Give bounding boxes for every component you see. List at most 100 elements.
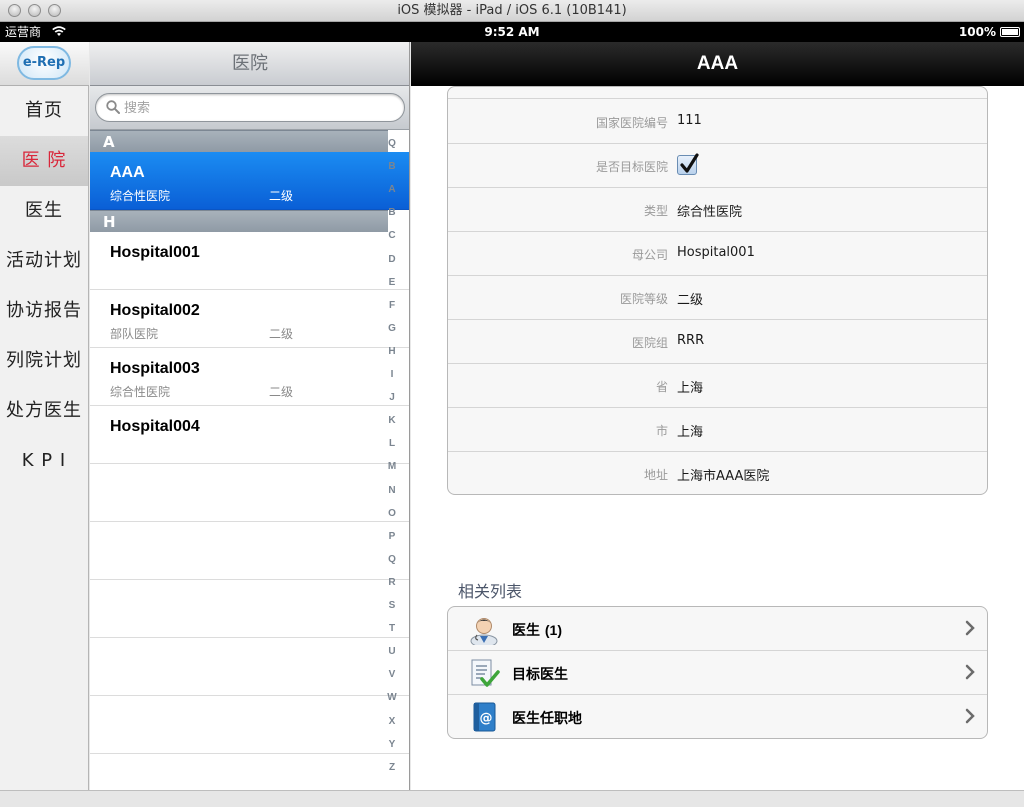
index-letter[interactable]: Z bbox=[381, 762, 403, 773]
index-letter[interactable]: D bbox=[381, 254, 403, 265]
index-letter[interactable]: A bbox=[381, 184, 403, 195]
doctor-icon bbox=[470, 618, 498, 645]
field-row-target-hospital: 是否目标医院 bbox=[448, 144, 987, 188]
index-letter[interactable]: Q bbox=[381, 554, 403, 565]
nav-item-activity-plan[interactable]: 活动计划 bbox=[0, 236, 88, 286]
section-header-a: A bbox=[90, 130, 388, 152]
search-input[interactable] bbox=[124, 98, 384, 118]
related-item-count: (1) bbox=[544, 622, 562, 638]
related-item-label: 医生任职地 bbox=[512, 711, 582, 727]
index-letter[interactable]: Y bbox=[381, 739, 403, 750]
hospital-type: 部队医院 bbox=[110, 327, 159, 341]
field-value: 111 bbox=[677, 113, 702, 128]
hospital-name: Hospital003 bbox=[110, 360, 200, 377]
index-letter[interactable]: W bbox=[381, 692, 403, 703]
field-row-province: 省 上海 bbox=[448, 364, 987, 408]
field-value: Hospital001 bbox=[677, 245, 755, 260]
related-item-doctor-workplaces[interactable]: @ 医生任职地 bbox=[448, 695, 987, 738]
close-window-button[interactable] bbox=[8, 4, 21, 17]
hospital-name: Hospital002 bbox=[110, 302, 200, 319]
field-label: 医院等级 bbox=[619, 292, 668, 306]
detail-title: AAA bbox=[411, 42, 1024, 86]
index-letter[interactable]: F bbox=[381, 300, 403, 311]
index-letter[interactable]: H bbox=[381, 346, 403, 357]
field-label: 母公司 bbox=[631, 248, 668, 262]
chevron-right-icon bbox=[965, 664, 975, 680]
section-index[interactable]: Q B A B C D E F G H I J K L M N O P Q R S T U V W X Y Z bbox=[381, 138, 403, 788]
nav-item-doctor[interactable]: 医生 bbox=[0, 186, 88, 236]
nav-item-hospital[interactable]: 医 院 bbox=[0, 136, 88, 186]
field-value: RRR bbox=[677, 333, 705, 348]
index-letter[interactable]: G bbox=[381, 323, 403, 334]
index-letter[interactable]: K bbox=[381, 415, 403, 426]
field-row-type: 类型 综合性医院 bbox=[448, 188, 987, 232]
field-value: 综合性医院 bbox=[677, 205, 743, 220]
field-value: 二级 bbox=[677, 293, 704, 308]
index-letter[interactable]: N bbox=[381, 485, 403, 496]
index-letter[interactable]: I bbox=[381, 369, 403, 380]
index-letter[interactable]: B bbox=[381, 161, 403, 172]
zoom-window-button[interactable] bbox=[48, 4, 61, 17]
field-row-level: 医院等级 二级 bbox=[448, 276, 987, 320]
hospital-row-aaa[interactable]: AAA 综合性医院 二级 bbox=[90, 152, 409, 210]
hospital-row-001[interactable]: Hospital001 bbox=[90, 232, 409, 290]
erep-logo: e-Rep bbox=[17, 46, 71, 80]
index-letter[interactable]: B bbox=[381, 207, 403, 218]
hospital-row-004[interactable]: Hospital004 bbox=[90, 406, 409, 464]
field-row-city: 市 上海 bbox=[448, 408, 987, 452]
field-row-parent-company: 母公司 Hospital001 bbox=[448, 232, 987, 276]
related-item-target-doctors[interactable]: 目标医生 bbox=[448, 651, 987, 695]
index-letter[interactable]: J bbox=[381, 392, 403, 403]
related-item-doctors[interactable]: 医生 (1) bbox=[448, 607, 987, 651]
nav-item-kpi[interactable]: K P I bbox=[0, 436, 88, 486]
field-row-group: 医院组 RRR bbox=[448, 320, 987, 364]
index-letter[interactable]: O bbox=[381, 508, 403, 519]
hospital-name: AAA bbox=[110, 164, 145, 181]
nav-item-home[interactable]: 首页 bbox=[0, 86, 88, 136]
field-row-hidden bbox=[448, 87, 987, 99]
index-letter[interactable]: S bbox=[381, 600, 403, 611]
empty-row bbox=[90, 580, 409, 638]
search-icon bbox=[106, 100, 120, 114]
index-letter[interactable]: U bbox=[381, 646, 403, 657]
field-label: 类型 bbox=[643, 204, 668, 218]
list-title: 医院 bbox=[90, 42, 409, 86]
index-letter[interactable]: X bbox=[381, 716, 403, 727]
hospital-list-pane: 医院 A AAA 综合性医院 二级 H Hospital001 Hospital… bbox=[90, 42, 410, 790]
detail-fields-group: 国家医院编号 111 是否目标医院 类型 综合性医院 母公司 Hospital0… bbox=[447, 86, 988, 495]
field-label: 省 bbox=[655, 380, 668, 394]
empty-row bbox=[90, 754, 409, 790]
related-item-label: 目标医生 bbox=[512, 667, 568, 683]
field-row-national-id: 国家医院编号 111 bbox=[448, 100, 987, 144]
hospital-level: 二级 bbox=[269, 189, 294, 203]
hospital-detail-pane: AAA 国家医院编号 111 是否目标医院 类型 综合性医院 母公司 Hospi… bbox=[411, 42, 1024, 790]
battery-icon bbox=[1000, 27, 1020, 37]
nav-item-hospital-plan[interactable]: 列院计划 bbox=[0, 336, 88, 386]
nav-item-visit-report[interactable]: 协访报告 bbox=[0, 286, 88, 336]
section-header-h: H bbox=[90, 210, 388, 232]
logo-area: e-Rep bbox=[0, 42, 89, 86]
hospital-level: 二级 bbox=[269, 327, 294, 341]
address-book-icon: @ bbox=[473, 702, 496, 732]
field-value: 上海 bbox=[677, 381, 704, 396]
hospital-level: 二级 bbox=[269, 385, 294, 399]
index-letter[interactable]: M bbox=[381, 461, 403, 472]
index-letter[interactable]: Q bbox=[381, 138, 403, 149]
search-box[interactable] bbox=[95, 93, 405, 122]
field-row-address: 地址 上海市AAA医院 bbox=[448, 452, 987, 494]
index-letter[interactable]: R bbox=[381, 577, 403, 588]
empty-row bbox=[90, 638, 409, 696]
related-list-group: 医生 (1) 目标医生 @ 医生任职地 bbox=[447, 606, 988, 739]
index-letter[interactable]: V bbox=[381, 669, 403, 680]
index-letter[interactable]: E bbox=[381, 277, 403, 288]
index-letter[interactable]: P bbox=[381, 531, 403, 542]
nav-item-prescribing-doctor[interactable]: 处方医生 bbox=[0, 386, 88, 436]
index-letter[interactable]: L bbox=[381, 438, 403, 449]
index-letter[interactable]: C bbox=[381, 230, 403, 241]
hospital-row-002[interactable]: Hospital002 部队医院 二级 bbox=[90, 290, 409, 348]
index-letter[interactable]: T bbox=[381, 623, 403, 634]
target-hospital-checkbox[interactable] bbox=[677, 153, 699, 175]
clock: 9:52 AM bbox=[484, 25, 540, 39]
hospital-row-003[interactable]: Hospital003 综合性医院 二级 bbox=[90, 348, 409, 406]
minimize-window-button[interactable] bbox=[28, 4, 41, 17]
